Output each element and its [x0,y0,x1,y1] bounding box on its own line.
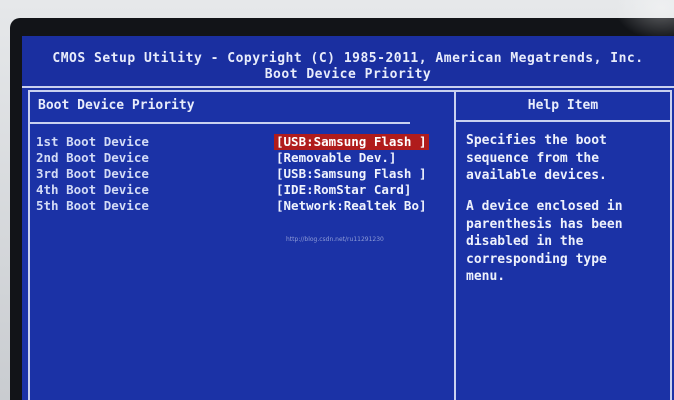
page-title: Boot Device Priority [264,67,432,82]
boot-device-value[interactable]: [USB:Samsung Flash ] [274,166,429,182]
boot-device-label: 4th Boot Device [36,182,149,197]
header-divider [30,122,410,124]
boot-device-label: 3rd Boot Device [36,166,149,181]
boot-device-value[interactable]: [Removable Dev.] [274,150,398,166]
boot-device-value[interactable]: [IDE:RomStar Card] [274,182,413,198]
boot-device-row-4[interactable]: 4th Boot Device [IDE:RomStar Card] [36,182,450,198]
monitor-photo: CMOS Setup Utility - Copyright (C) 1985-… [0,0,674,400]
boot-device-row-3[interactable]: 3rd Boot Device [USB:Samsung Flash ] [36,166,450,182]
boot-device-row-5[interactable]: 5th Boot Device [Network:Realtek Bo] [36,198,450,214]
help-header: Help Item [456,92,670,122]
bios-screen: CMOS Setup Utility - Copyright (C) 1985-… [22,36,674,400]
boot-priority-header: Boot Device Priority [38,98,195,113]
boot-device-label: 5th Boot Device [36,198,149,213]
watermark-text: http://blog.csdn.net/ru11291230 [286,236,384,243]
boot-device-value[interactable]: [Network:Realtek Bo] [274,198,429,214]
title-bar: CMOS Setup Utility - Copyright (C) 1985-… [22,36,674,88]
help-disabled-note: A device enclosed in parenthesis has bee… [466,199,623,284]
boot-device-label: 2nd Boot Device [36,150,149,165]
boot-priority-panel: Boot Device Priority 1st Boot Device [US… [28,90,456,400]
boot-device-label: 1st Boot Device [36,134,149,149]
boot-device-list: 1st Boot Device [USB:Samsung Flash ] 2nd… [36,134,450,214]
help-description: Specifies the boot sequence from the ava… [466,133,607,183]
boot-device-row-1[interactable]: 1st Boot Device [USB:Samsung Flash ] [36,134,450,150]
boot-device-value-selected[interactable]: [USB:Samsung Flash ] [274,134,429,150]
title-copyright: CMOS Setup Utility - Copyright (C) 1985-… [52,51,644,66]
help-panel: Help Item Specifies the boot sequence fr… [454,90,672,400]
boot-device-row-2[interactable]: 2nd Boot Device [Removable Dev.] [36,150,450,166]
